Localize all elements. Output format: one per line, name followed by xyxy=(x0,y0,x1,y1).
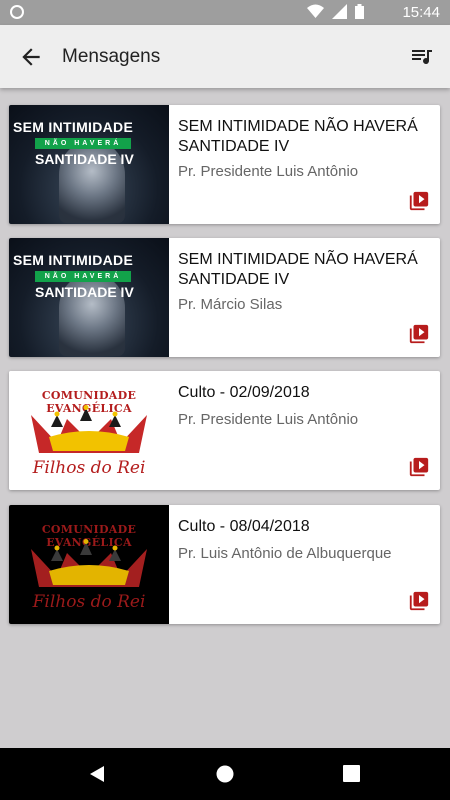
play-video-icon[interactable] xyxy=(408,590,430,612)
status-time: 15:44 xyxy=(402,4,440,21)
crown-logo-icon xyxy=(31,539,147,587)
playlist-icon[interactable] xyxy=(410,45,434,69)
system-nav-bar xyxy=(0,748,450,800)
page-title: Mensagens xyxy=(62,46,161,67)
play-video-icon[interactable] xyxy=(408,190,430,212)
crown-logo-icon xyxy=(31,405,147,453)
message-card[interactable]: SEM INTIMIDADE NÃO HAVERÁ SANTIDADE IV S… xyxy=(9,238,440,357)
play-video-icon[interactable] xyxy=(408,456,430,478)
message-speaker: Pr. Presidente Luis Antônio xyxy=(178,163,359,180)
cell-signal-icon xyxy=(332,4,347,19)
message-thumbnail: SEM INTIMIDADE NÃO HAVERÁ SANTIDADE IV xyxy=(9,105,169,224)
message-title: Culto - 08/04/2018 xyxy=(178,518,310,535)
message-thumbnail: COMUNIDADE EVANGÉLICA Filhos do Rei xyxy=(9,505,169,624)
message-speaker: Pr. Luis Antônio de Albuquerque xyxy=(178,545,392,562)
message-card[interactable]: SEM INTIMIDADE NÃO HAVERÁ SANTIDADE IV S… xyxy=(9,105,440,224)
status-icons xyxy=(307,4,364,19)
message-card[interactable]: COMUNIDADE EVANGÉLICA Filhos do Rei Cult… xyxy=(9,505,440,624)
logo-bottom-text: Filhos do Rei xyxy=(32,458,146,478)
battery-icon xyxy=(355,4,364,19)
message-speaker: Pr. Márcio Silas xyxy=(178,296,283,313)
play-video-icon[interactable] xyxy=(408,323,430,345)
nav-back-icon[interactable] xyxy=(88,764,108,784)
thumb-title-line2: NÃO HAVERÁ xyxy=(35,138,131,149)
notification-circle-icon xyxy=(10,5,24,19)
back-arrow-icon[interactable] xyxy=(18,44,44,70)
thumb-title-line1: SEM INTIMIDADE xyxy=(13,119,134,135)
wifi-icon xyxy=(307,4,324,18)
thumb-title-line3: SANTIDADE IV xyxy=(35,284,134,300)
nav-recents-icon[interactable] xyxy=(343,765,360,782)
message-title: SEM INTIMIDADE NÃO HAVERÁ SANTIDADE IV xyxy=(178,251,418,288)
nav-home-icon[interactable] xyxy=(215,764,235,784)
logo-bottom-text: Filhos do Rei xyxy=(32,592,146,612)
thumb-title-line1: SEM INTIMIDADE xyxy=(13,252,134,268)
message-title: SEM INTIMIDADE NÃO HAVERÁ SANTIDADE IV xyxy=(178,118,418,155)
thumb-title-line2: NÃO HAVERÁ xyxy=(35,271,131,282)
message-speaker: Pr. Presidente Luis Antônio xyxy=(178,411,359,428)
message-card[interactable]: COMUNIDADE EVANGÉLICA Filhos do Rei Cult… xyxy=(9,371,440,490)
app-bar: Mensagens xyxy=(0,25,450,88)
message-thumbnail: SEM INTIMIDADE NÃO HAVERÁ SANTIDADE IV xyxy=(9,238,169,357)
thumb-title-line3: SANTIDADE IV xyxy=(35,151,134,167)
status-bar: 15:44 xyxy=(0,0,450,25)
message-title: Culto - 02/09/2018 xyxy=(178,384,310,401)
message-thumbnail: COMUNIDADE EVANGÉLICA Filhos do Rei xyxy=(9,371,169,490)
